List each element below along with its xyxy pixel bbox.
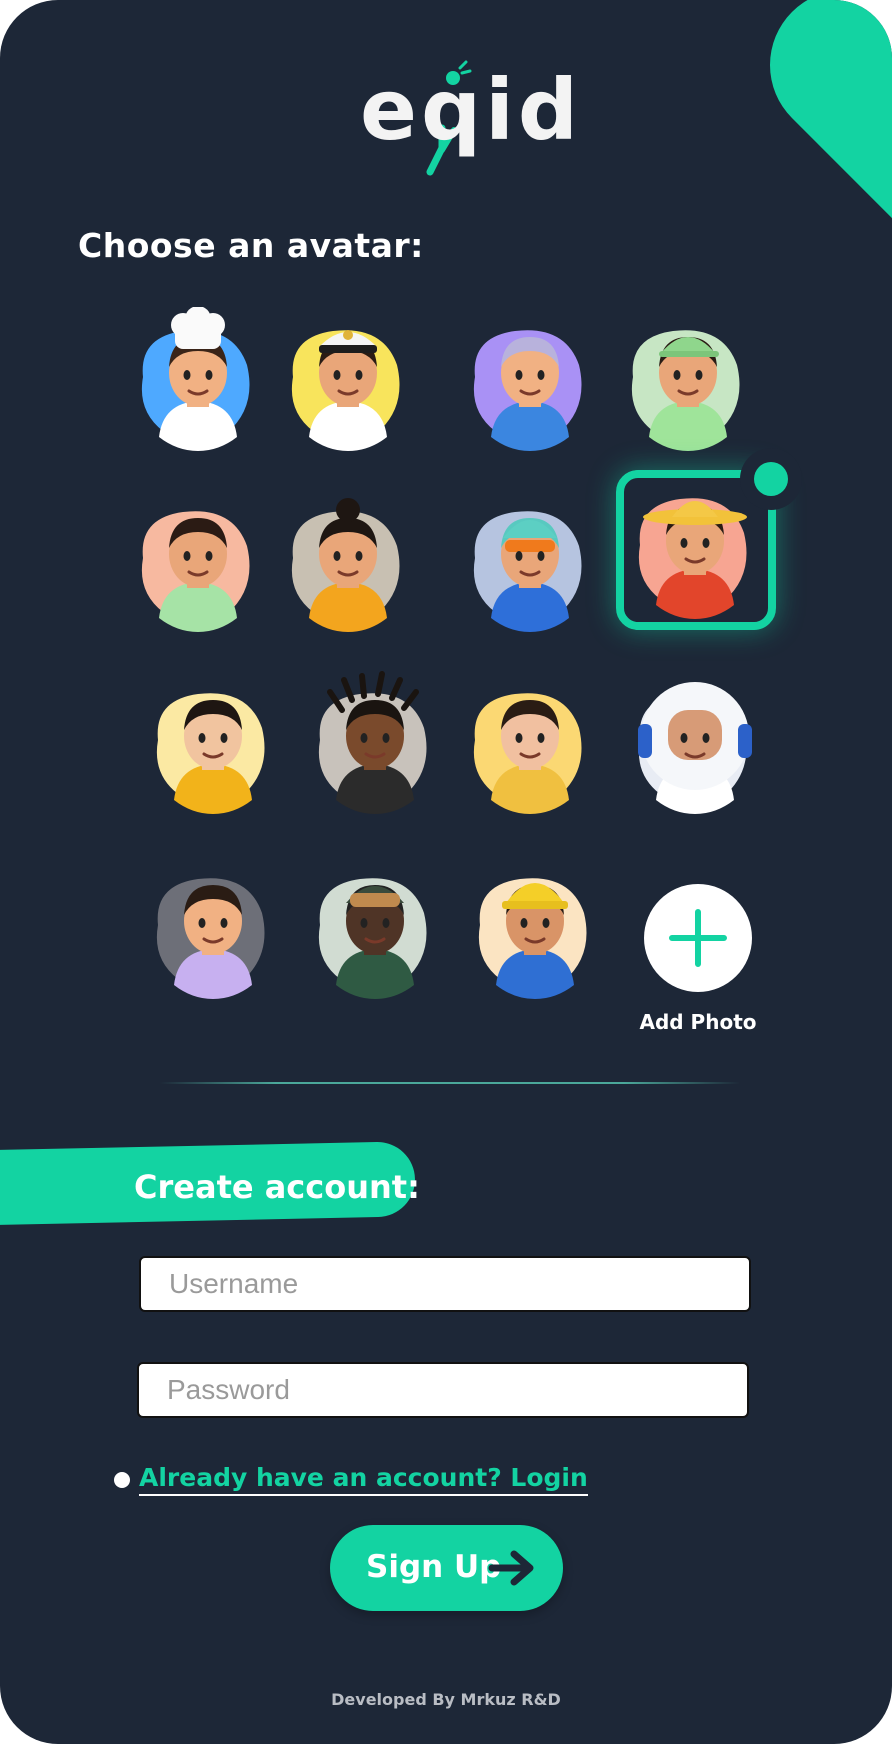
bullet-icon <box>114 1472 130 1488</box>
selected-indicator-icon <box>740 448 802 510</box>
avatar-illustration <box>291 330 400 451</box>
avatar-illustration <box>473 330 582 451</box>
avatar-illustration <box>473 693 582 814</box>
sign-up-label: Sign Up <box>366 1549 502 1585</box>
avatar-option-girl[interactable] <box>273 488 423 638</box>
arrow-right-icon <box>488 1550 534 1586</box>
add-photo-label: Add Photo <box>639 1010 757 1034</box>
decorative-stripe <box>738 0 892 348</box>
avatar-option-soldier[interactable] <box>300 855 450 1005</box>
password-input[interactable] <box>137 1362 749 1418</box>
avatar-illustration <box>318 671 427 814</box>
login-link[interactable]: Already have an account? Login <box>139 1463 588 1496</box>
add-photo-button[interactable] <box>644 884 752 992</box>
logo-text: eqid <box>360 61 583 159</box>
avatar-option-dreadlocks[interactable] <box>300 670 450 820</box>
avatar-option-hoodie-guy[interactable] <box>455 488 605 638</box>
avatar-option-pilot[interactable] <box>273 307 423 457</box>
avatar-illustration <box>141 307 250 451</box>
avatar-option-coach[interactable] <box>613 307 763 457</box>
footer-credit: Developed By Mrkuz R&D <box>331 1690 561 1709</box>
avatar-illustration <box>631 330 740 451</box>
avatar-illustration <box>156 878 265 999</box>
avatar-option-builder[interactable] <box>460 855 610 1005</box>
avatar-illustration <box>638 682 752 814</box>
avatar-heading: Choose an avatar: <box>78 226 424 265</box>
avatar-option-astronaut[interactable] <box>620 670 770 820</box>
signup-screen: eqid Choose an avatar: Add Photo Create … <box>0 0 892 1744</box>
create-account-heading: Create account: <box>134 1168 420 1206</box>
avatar-option-businessman[interactable] <box>455 670 605 820</box>
avatar-option-doctor[interactable] <box>455 307 605 457</box>
avatar-illustration <box>478 878 587 999</box>
avatar-option-reporter[interactable] <box>138 670 288 820</box>
avatar-illustration <box>473 511 582 632</box>
avatar-illustration <box>141 511 250 632</box>
username-input[interactable] <box>139 1256 751 1312</box>
plus-icon <box>669 909 727 967</box>
sign-up-button[interactable]: Sign Up <box>330 1525 563 1611</box>
app-logo: eqid <box>360 60 583 190</box>
section-divider <box>160 1082 740 1084</box>
avatar-option-waiter[interactable] <box>138 855 288 1005</box>
avatar-illustration <box>291 498 400 632</box>
avatar-illustration <box>156 693 265 814</box>
avatar-illustration <box>318 878 427 999</box>
avatar-option-boy[interactable] <box>123 488 273 638</box>
avatar-option-chef[interactable] <box>123 307 273 457</box>
